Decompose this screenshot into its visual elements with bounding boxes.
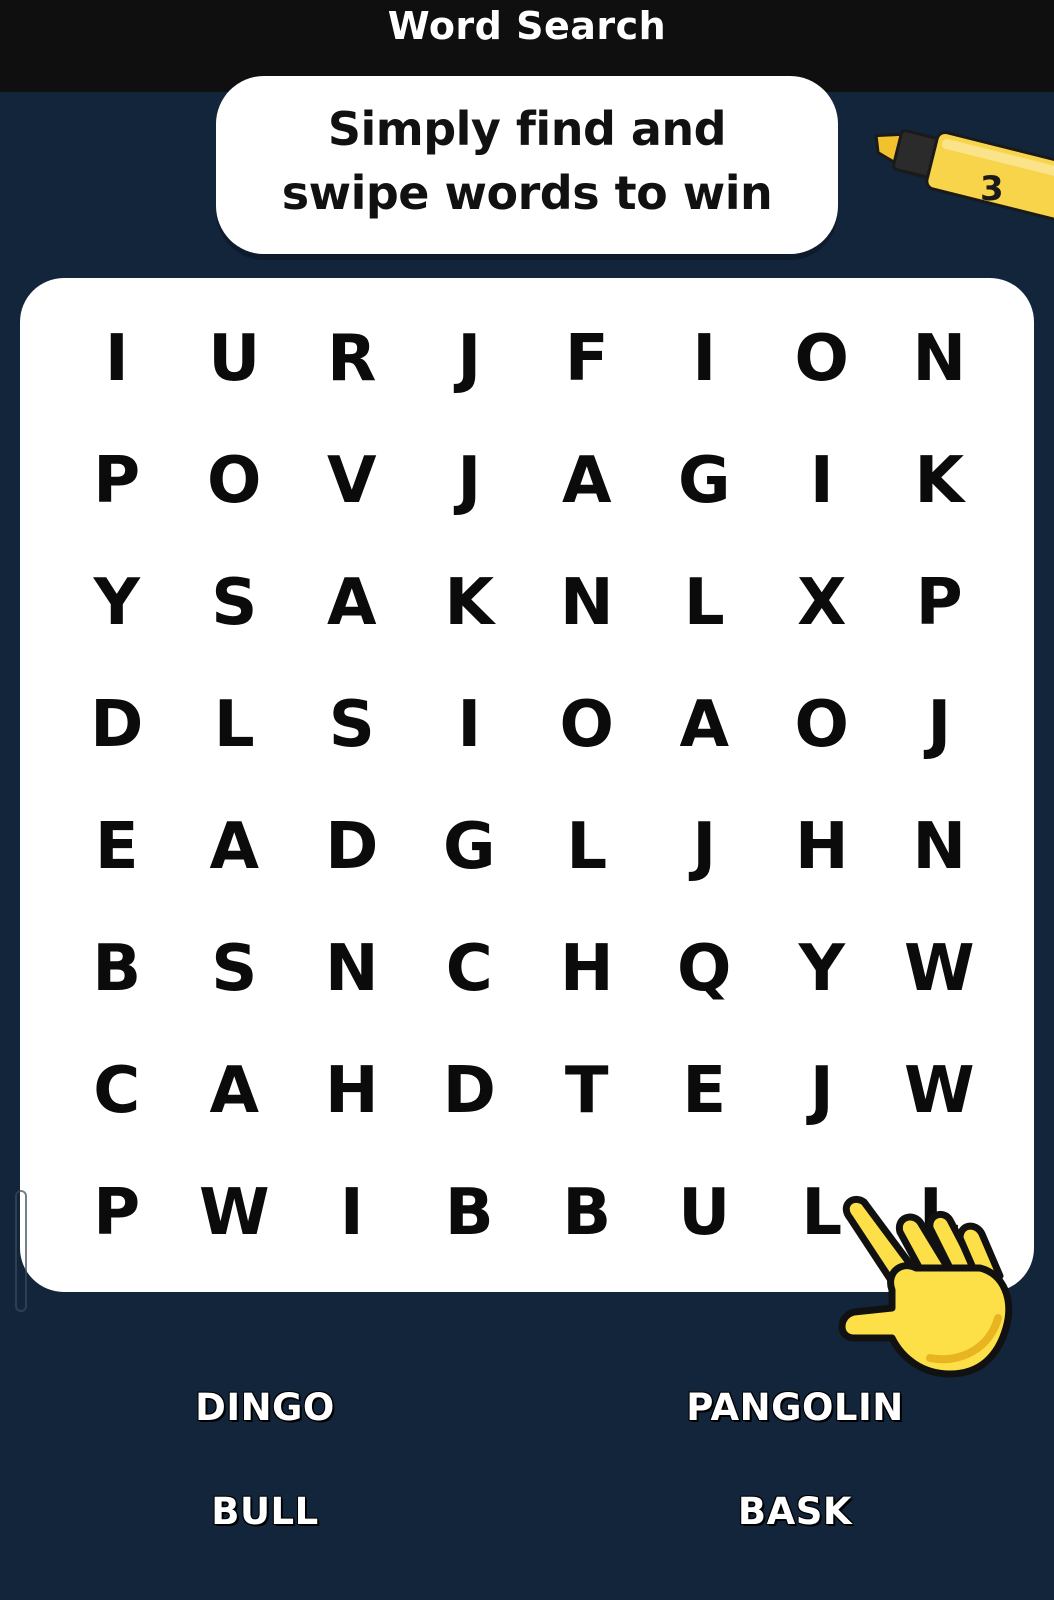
letter-cell[interactable]: J (411, 444, 529, 518)
letter-cell[interactable]: A (293, 566, 411, 640)
letter-cell[interactable]: W (881, 1054, 999, 1128)
target-word-pangolin: PANGOLIN (686, 1386, 904, 1429)
letter-cell[interactable]: P (881, 566, 999, 640)
letter-cell[interactable]: D (293, 810, 411, 884)
highlighter-icon: 3 (874, 129, 1054, 224)
letter-cell[interactable]: K (881, 444, 999, 518)
letter-cell[interactable]: N (881, 810, 999, 884)
instruction-line-2: swipe words to win (281, 166, 773, 220)
letter-cell[interactable]: T (528, 1054, 646, 1128)
letter-cell[interactable]: I (646, 322, 764, 396)
letter-cell[interactable]: J (646, 810, 764, 884)
letter-cell[interactable]: C (58, 1054, 176, 1128)
target-word-bask: BASK (737, 1490, 853, 1533)
target-word-bull: BULL (211, 1490, 319, 1533)
letter-cell[interactable]: J (881, 688, 999, 762)
target-word-dingo: DINGO (195, 1386, 335, 1429)
letter-cell[interactable]: Q (646, 932, 764, 1006)
letter-cell[interactable]: K (411, 566, 529, 640)
letter-cell[interactable]: D (58, 688, 176, 762)
pointing-hand-icon (830, 1188, 1040, 1398)
letter-cell[interactable]: X (763, 566, 881, 640)
letter-cell[interactable]: J (411, 322, 529, 396)
letter-cell[interactable]: O (763, 322, 881, 396)
letter-cell[interactable]: H (763, 810, 881, 884)
letter-cell[interactable]: J (763, 1054, 881, 1128)
app-title: Word Search (387, 4, 667, 48)
letter-cell[interactable]: S (176, 566, 294, 640)
letter-cell[interactable]: R (293, 322, 411, 396)
letter-cell[interactable]: W (881, 932, 999, 1006)
letter-cell[interactable]: V (293, 444, 411, 518)
letter-cell[interactable]: F (528, 322, 646, 396)
letter-cell[interactable]: L (646, 566, 764, 640)
letter-cell[interactable]: B (411, 1176, 529, 1250)
letter-cell[interactable]: H (293, 1054, 411, 1128)
letter-cell[interactable]: G (411, 810, 529, 884)
letter-board: IURJFIONPOVJAGIKYSAKNLXPDLSIOAOJEADGLJHN… (20, 278, 1034, 1292)
letter-cell[interactable]: A (176, 1054, 294, 1128)
letter-cell[interactable]: C (411, 932, 529, 1006)
letter-cell[interactable]: I (293, 1176, 411, 1250)
letter-grid: IURJFIONPOVJAGIKYSAKNLXPDLSIOAOJEADGLJHN… (58, 298, 998, 1258)
letter-cell[interactable]: U (176, 322, 294, 396)
letter-cell[interactable]: U (646, 1176, 764, 1250)
grid-row: IURJFION (58, 298, 998, 420)
letter-cell[interactable]: P (58, 1176, 176, 1250)
letter-cell[interactable]: P (58, 444, 176, 518)
letter-cell[interactable]: H (528, 932, 646, 1006)
letter-cell[interactable]: E (58, 810, 176, 884)
letter-cell[interactable]: Y (763, 932, 881, 1006)
letter-cell[interactable]: A (176, 810, 294, 884)
letter-cell[interactable]: D (411, 1054, 529, 1128)
letter-cell[interactable]: O (763, 688, 881, 762)
letter-cell[interactable]: O (176, 444, 294, 518)
instruction-line-1: Simply find and (327, 102, 727, 156)
letter-cell[interactable]: L (176, 688, 294, 762)
grid-row: DLSIOAOJ (58, 664, 998, 786)
hint-count: 3 (980, 169, 1004, 209)
letter-cell[interactable]: G (646, 444, 764, 518)
letter-cell[interactable]: S (293, 688, 411, 762)
letter-cell[interactable]: N (881, 322, 999, 396)
letter-cell[interactable]: E (646, 1054, 764, 1128)
letter-cell[interactable]: B (528, 1176, 646, 1250)
letter-cell[interactable]: N (528, 566, 646, 640)
instruction-card: Simply find and swipe words to win (216, 76, 838, 254)
letter-cell[interactable]: L (528, 810, 646, 884)
grid-row: YSAKNLXP (58, 542, 998, 664)
letter-cell[interactable]: N (293, 932, 411, 1006)
grid-row: EADGLJHN (58, 786, 998, 908)
scrollbar[interactable] (15, 1190, 27, 1312)
letter-cell[interactable]: S (176, 932, 294, 1006)
hint-highlighter-button[interactable]: 3 (862, 128, 1054, 248)
letter-cell[interactable]: O (528, 688, 646, 762)
letter-cell[interactable]: Y (58, 566, 176, 640)
grid-row: BSNCHQYW (58, 908, 998, 1030)
letter-cell[interactable]: W (176, 1176, 294, 1250)
letter-cell[interactable]: A (528, 444, 646, 518)
game-screen: Word Search Simply find and swipe words … (0, 0, 1054, 1600)
grid-row: POVJAGIK (58, 420, 998, 542)
letter-cell[interactable]: I (58, 322, 176, 396)
letter-cell[interactable]: I (763, 444, 881, 518)
letter-cell[interactable]: B (58, 932, 176, 1006)
grid-row: CAHDTEJW (58, 1030, 998, 1152)
letter-cell[interactable]: I (411, 688, 529, 762)
letter-cell[interactable]: A (646, 688, 764, 762)
